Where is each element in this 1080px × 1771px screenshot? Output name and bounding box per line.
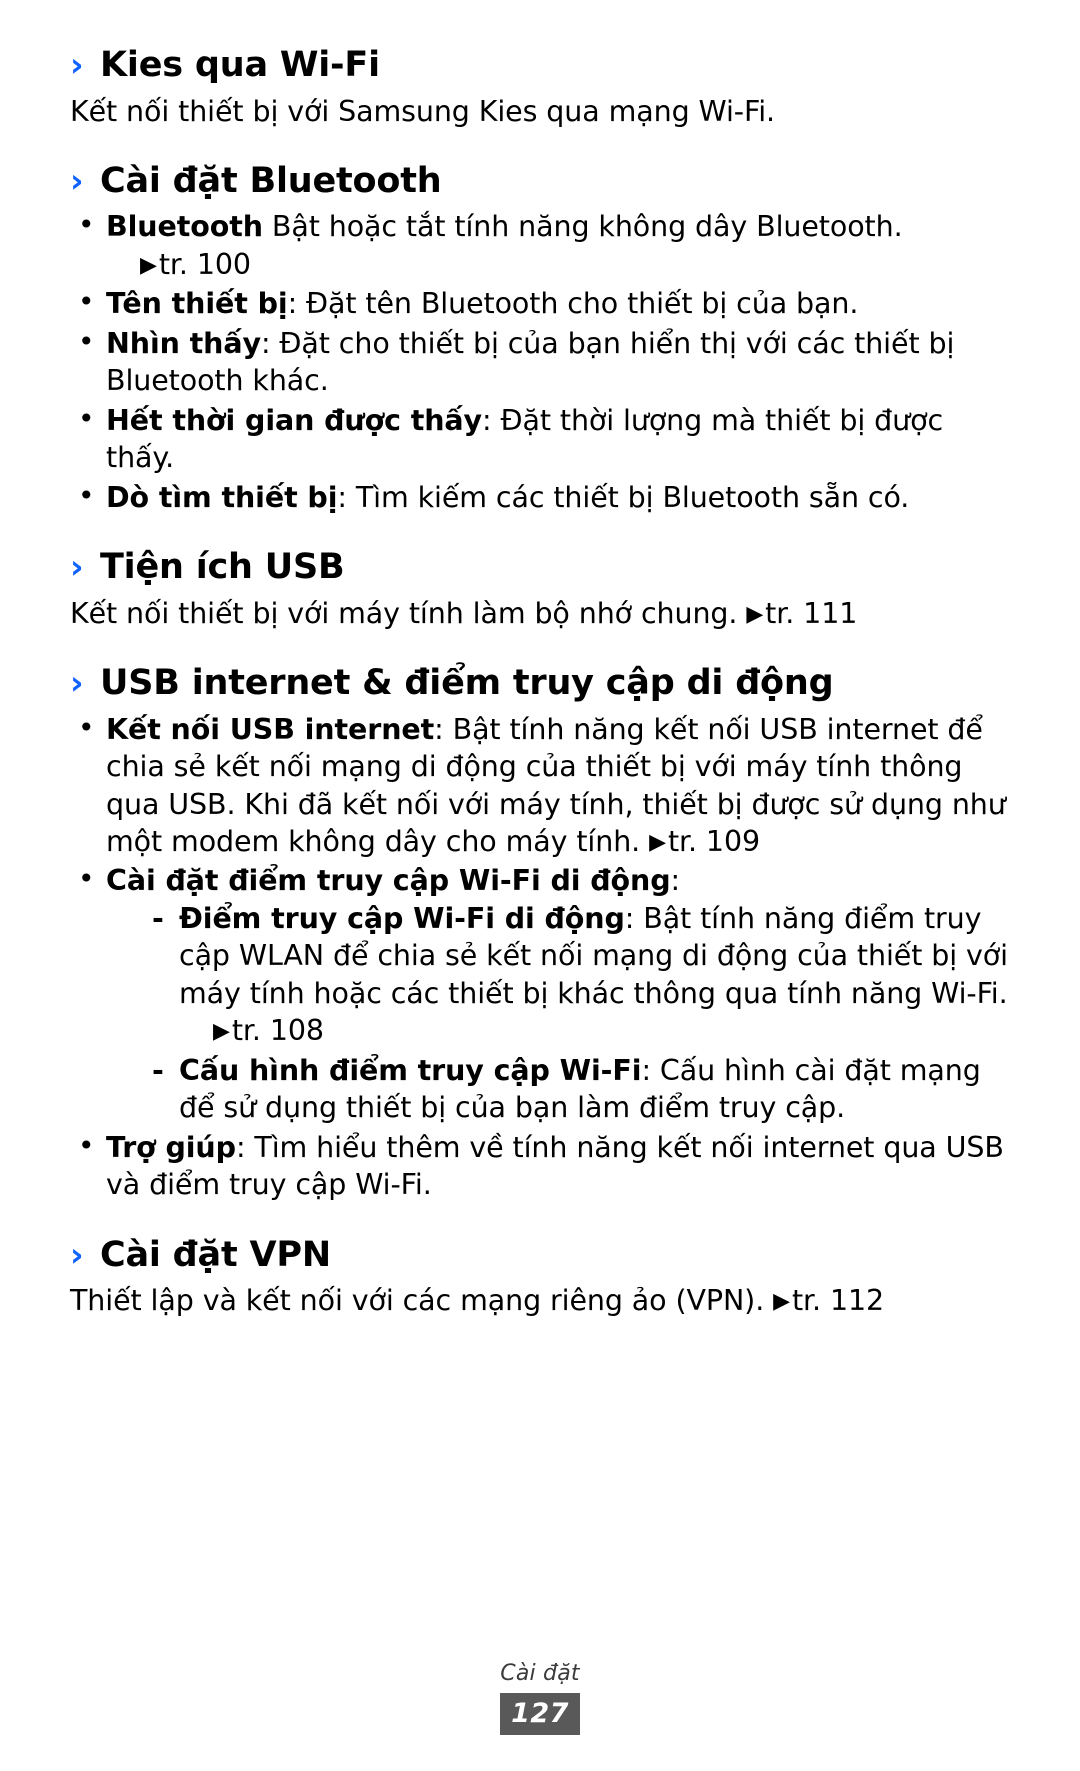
document-page: › Kies qua Wi-Fi Kết nối thiết bị với Sam… <box>0 0 1080 1771</box>
chevron-right-icon: › <box>70 662 84 702</box>
page-reference: ▶tr. 100 <box>106 246 1010 283</box>
item-text: : <box>670 864 681 898</box>
term-label: Điểm truy cập Wi-Fi di động <box>179 901 625 935</box>
section-heading-bluetooth: › Cài đặt Bluetooth <box>70 160 1010 203</box>
page-reference-label: tr. 109 <box>667 825 761 858</box>
section-usb-utility: › Tiện ích USB Kết nối thiết bị với máy t… <box>70 546 1010 632</box>
heading-label: Cài đặt Bluetooth <box>100 160 442 201</box>
list-item: Kết nối USB internet: Bật tính năng kết … <box>70 710 1010 861</box>
body-text: Kết nối thiết bị với máy tính làm bộ nhớ… <box>70 596 738 630</box>
page-reference: ▶tr. 109 <box>649 825 760 858</box>
term-label: Nhìn thấy <box>106 326 261 360</box>
triangle-right-icon: ▶ <box>773 1289 790 1315</box>
item-text: : Tìm hiểu thêm về tính năng kết nối int… <box>106 1130 1004 1202</box>
section-body-kies: Kết nối thiết bị với Samsung Kies qua mạ… <box>70 94 775 128</box>
term-label: Cấu hình điểm truy cập Wi-Fi <box>179 1053 642 1087</box>
section-heading-usb-utility: › Tiện ích USB <box>70 546 1010 589</box>
list-item: Trợ giúp: Tìm hiểu thêm về tính năng kết… <box>70 1128 1010 1204</box>
usb-internet-bullet-list: Kết nối USB internet: Bật tính năng kết … <box>70 710 1010 1204</box>
term-label: Hết thời gian được thấy <box>106 403 483 437</box>
chevron-right-icon: › <box>70 547 84 587</box>
term-label: Kết nối USB internet <box>106 712 435 746</box>
list-item: Nhìn thấy: Đặt cho thiết bị của bạn hiển… <box>70 324 1010 400</box>
heading-label: Kies qua Wi-Fi <box>100 45 380 85</box>
term-label: Tên thiết bị <box>106 287 288 321</box>
heading-label: Cài đặt VPN <box>100 1234 331 1275</box>
triangle-right-icon: ▶ <box>746 601 764 627</box>
page-reference-label: tr. 112 <box>791 1284 885 1318</box>
chevron-right-icon: › <box>70 1234 84 1274</box>
item-text: : Đặt tên Bluetooth cho thiết bị của bạn… <box>287 287 859 321</box>
section-vpn: › Cài đặt VPN Thiết lập và kết nối với cá… <box>70 1234 1010 1320</box>
page-reference: ▶tr. 108 <box>179 1012 1010 1049</box>
chevron-right-icon: › <box>70 160 84 200</box>
page-reference-label: tr. 108 <box>231 1014 324 1048</box>
page-reference-label: tr. 100 <box>158 247 251 281</box>
section-body-vpn: Thiết lập và kết nối với các mạng riêng … <box>70 1282 1010 1319</box>
triangle-right-icon: ▶ <box>213 1019 230 1045</box>
triangle-right-icon: ▶ <box>649 830 666 855</box>
section-body-usb-utility: Kết nối thiết bị với máy tính làm bộ nhớ… <box>70 595 1010 632</box>
item-text: Bật hoặc tắt tính năng không dây Bluetoo… <box>262 210 903 244</box>
section-heading-vpn: › Cài đặt VPN <box>70 1234 1010 1277</box>
list-item: Hết thời gian được thấy: Đặt thời lượng … <box>70 401 1010 477</box>
page-number-badge: 127 <box>500 1693 580 1735</box>
term-label: Dò tìm thiết bị <box>106 480 338 514</box>
list-item: Điểm truy cập Wi-Fi di động: Bật tính nă… <box>142 900 1010 1050</box>
term-label: Bluetooth <box>106 210 263 244</box>
page-reference-label: tr. 111 <box>765 596 858 630</box>
section-kies: › Kies qua Wi-Fi Kết nối thiết bị với Sam… <box>70 44 1010 130</box>
term-label: Trợ giúp <box>106 1130 236 1164</box>
list-item: Dò tìm thiết bị: Tìm kiếm các thiết bị B… <box>70 478 1010 516</box>
heading-label: USB internet & điểm truy cập di động <box>100 662 834 703</box>
hotspot-sub-list: Điểm truy cập Wi-Fi di động: Bật tính nă… <box>142 900 1010 1127</box>
list-item: Tên thiết bị: Đặt tên Bluetooth cho thiế… <box>70 284 1010 322</box>
section-heading-usb-internet: › USB internet & điểm truy cập di động <box>70 662 1010 705</box>
body-text: Thiết lập và kết nối với các mạng riêng … <box>70 1284 765 1318</box>
section-bluetooth: › Cài đặt Bluetooth Bluetooth Bật hoặc tắ… <box>70 160 1010 516</box>
nested-list-wrapper: Điểm truy cập Wi-Fi di động: Bật tính nă… <box>142 900 1010 1127</box>
page-reference: ▶tr. 111 <box>746 597 857 630</box>
chevron-right-icon: › <box>70 45 84 84</box>
page-reference: ▶tr. 112 <box>773 1284 884 1317</box>
bluetooth-bullet-list: Bluetooth Bật hoặc tắt tính năng không d… <box>70 207 1010 516</box>
heading-label: Tiện ích USB <box>100 547 345 588</box>
list-item: Cài đặt điểm truy cập Wi-Fi di động: Điể… <box>70 861 1010 1127</box>
page-footer: Cài đặt 127 <box>0 1661 1080 1735</box>
term-label: Cài đặt điểm truy cập Wi-Fi di động <box>106 864 671 898</box>
list-item: Cấu hình điểm truy cập Wi-Fi: Cấu hình c… <box>142 1052 1010 1127</box>
section-heading-kies: › Kies qua Wi-Fi <box>70 44 1010 87</box>
footer-chapter-label: Cài đặt <box>500 1661 580 1686</box>
triangle-right-icon: ▶ <box>140 252 157 278</box>
section-usb-internet: › USB internet & điểm truy cập di động Kế… <box>70 662 1010 1204</box>
item-text: : Tìm kiếm các thiết bị Bluetooth sẵn có… <box>337 480 910 514</box>
list-item: Bluetooth Bật hoặc tắt tính năng không d… <box>70 207 1010 283</box>
